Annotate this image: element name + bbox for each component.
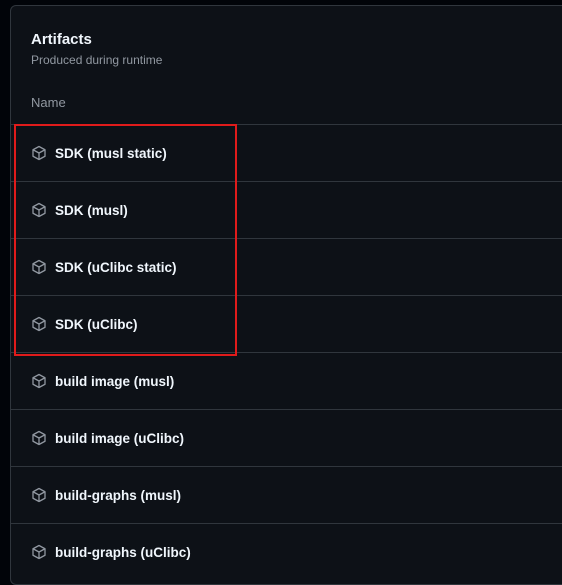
artifact-row[interactable]: build image (musl) — [11, 352, 562, 409]
package-icon — [31, 430, 47, 446]
artifacts-list: SDK (musl static) SDK (musl) SDK (uClibc… — [11, 124, 562, 580]
package-icon — [31, 202, 47, 218]
artifact-row[interactable]: SDK (uClibc static) — [11, 238, 562, 295]
package-icon — [31, 145, 47, 161]
package-icon — [31, 373, 47, 389]
artifact-link[interactable]: build image (uClibc) — [55, 431, 184, 446]
artifact-link[interactable]: SDK (musl static) — [55, 146, 167, 161]
package-icon — [31, 544, 47, 560]
package-icon — [31, 487, 47, 503]
artifact-row[interactable]: build-graphs (musl) — [11, 466, 562, 523]
package-icon — [31, 316, 47, 332]
artifacts-header: Artifacts Produced during runtime — [31, 30, 162, 68]
artifacts-subtitle: Produced during runtime — [31, 53, 163, 67]
column-header-name: Name — [31, 95, 66, 110]
artifact-link[interactable]: SDK (musl) — [55, 203, 128, 218]
artifact-row[interactable]: SDK (musl) — [11, 181, 562, 238]
artifact-row[interactable]: build image (uClibc) — [11, 409, 562, 466]
artifact-link[interactable]: build-graphs (uClibc) — [55, 545, 191, 560]
artifacts-panel: Artifacts Produced during runtime Name S… — [10, 5, 562, 585]
artifact-row[interactable]: build-graphs (uClibc) — [11, 523, 562, 580]
artifact-link[interactable]: SDK (uClibc) — [55, 317, 138, 332]
artifact-link[interactable]: build-graphs (musl) — [55, 488, 181, 503]
artifacts-title: Artifacts — [31, 31, 92, 48]
artifact-row[interactable]: SDK (musl static) — [11, 124, 562, 181]
artifact-link[interactable]: SDK (uClibc static) — [55, 260, 177, 275]
package-icon — [31, 259, 47, 275]
artifact-row[interactable]: SDK (uClibc) — [11, 295, 562, 352]
artifact-link[interactable]: build image (musl) — [55, 374, 174, 389]
